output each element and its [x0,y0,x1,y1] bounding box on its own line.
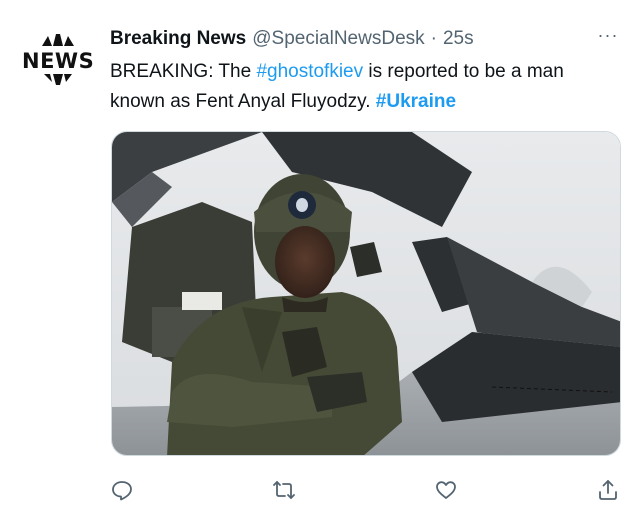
hashtag-link[interactable]: #ghostofkiev [256,61,363,82]
share-icon[interactable] [596,478,620,502]
logo-text: NEWS [22,49,95,73]
reply-icon[interactable] [110,478,134,502]
pilot-cockpit-photo [112,132,620,455]
like-icon[interactable] [434,478,458,502]
display-name[interactable]: Breaking News [110,28,246,50]
user-handle[interactable]: @SpecialNewsDesk [252,28,424,50]
tweet-text: BREAKING: The #ghostofkiev is reported t… [110,57,620,117]
tweet[interactable]: NEWS Breaking News @SpecialNewsDesk · 25… [0,0,641,506]
tweet-text-prefix: BREAKING: The [110,61,257,82]
separator: · [430,28,437,49]
tweet-actions [0,478,641,502]
avatar[interactable]: NEWS [18,30,98,90]
hashtag-link[interactable]: #Ukraine [376,91,456,112]
tweet-header: Breaking News @SpecialNewsDesk · 25s [110,26,474,52]
tweet-media[interactable] [111,131,621,456]
more-options-icon[interactable]: ··· [596,26,620,48]
timestamp[interactable]: 25s [443,28,474,50]
retweet-icon[interactable] [272,478,296,502]
